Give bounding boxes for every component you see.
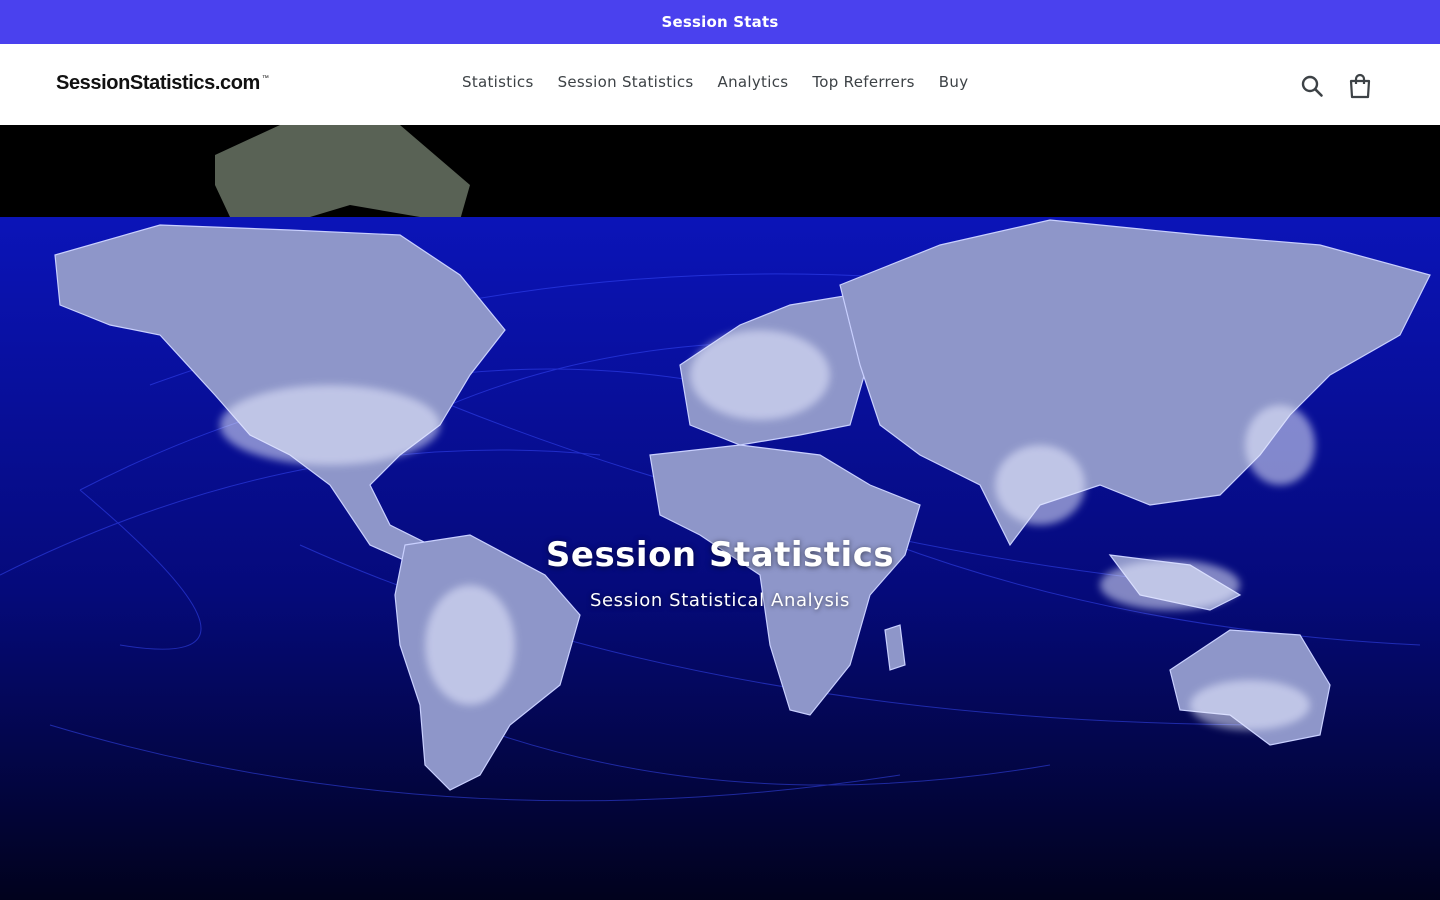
announcement-bar: Session Stats (0, 0, 1440, 44)
nav-item-top-referrers[interactable]: Top Referrers (800, 73, 926, 91)
nav-item-buy[interactable]: Buy (927, 73, 981, 91)
nav-item-session-statistics[interactable]: Session Statistics (546, 73, 706, 91)
hero-banner: Session Statistics Session Statistical A… (0, 125, 1440, 900)
main-nav: Statistics Session Statistics Analytics … (450, 73, 980, 91)
hero-subtitle: Session Statistical Analysis (589, 590, 851, 611)
search-icon (1301, 75, 1323, 97)
site-logo[interactable]: SessionStatistics.com ™ (56, 72, 269, 95)
trademark-mark: ™ (261, 75, 269, 82)
nav-item-statistics[interactable]: Statistics (450, 73, 546, 91)
hero-title: Session Statistics (545, 535, 895, 575)
search-button[interactable] (1297, 71, 1327, 101)
announcement-text: Session Stats (661, 13, 779, 31)
cart-icon (1349, 73, 1371, 99)
cart-button[interactable] (1345, 71, 1375, 101)
nav-item-analytics[interactable]: Analytics (706, 73, 801, 91)
world-map-image (0, 125, 1440, 900)
site-header: SessionStatistics.com ™ Statistics Sessio… (0, 44, 1440, 125)
logo-text: SessionStatistics.com (56, 72, 260, 94)
